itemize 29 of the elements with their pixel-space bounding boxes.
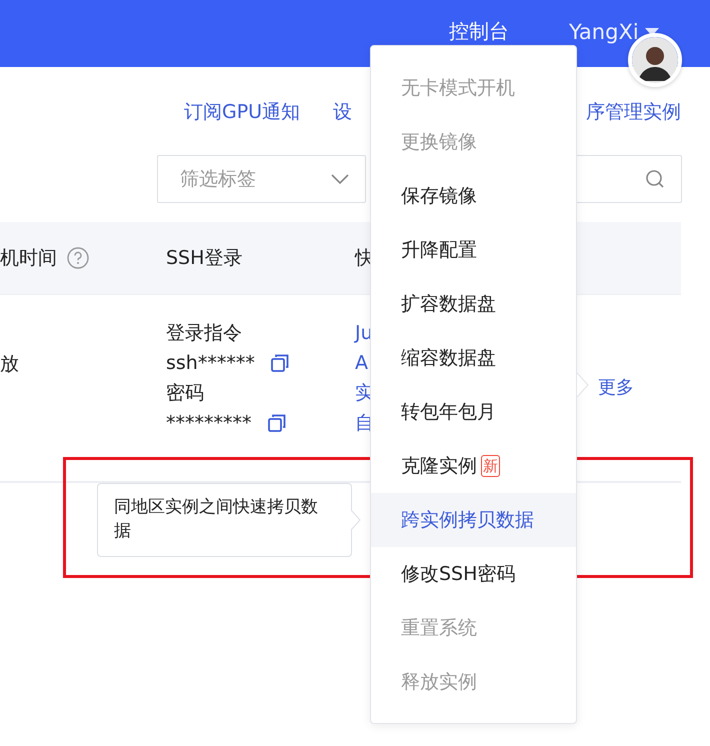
table-cell: 放: [0, 353, 19, 375]
menu-item[interactable]: 保存镜像: [371, 169, 576, 223]
console-link[interactable]: 控制台: [449, 18, 509, 45]
copy-icon[interactable]: [270, 354, 289, 372]
menu-item[interactable]: 跨实例拷贝数据: [371, 493, 576, 547]
search-icon: [645, 169, 665, 189]
menu-item[interactable]: 扩容数据盘: [371, 277, 576, 331]
menu-item[interactable]: 克隆实例 新: [371, 439, 576, 493]
chevron-down-icon: [331, 174, 349, 184]
menu-item[interactable]: 升降配置: [371, 223, 576, 277]
password: *********: [166, 411, 252, 435]
column-header: SSH登录: [166, 246, 242, 271]
menu-item[interactable]: 缩容数据盘: [371, 331, 576, 385]
user-menu[interactable]: YangXi: [569, 20, 639, 44]
copy-icon[interactable]: [268, 414, 286, 432]
password-label: 密码: [166, 381, 205, 405]
more-link[interactable]: 更多: [598, 377, 634, 398]
new-badge: 新: [481, 455, 500, 477]
quick-link[interactable]: A: [355, 351, 368, 375]
help-icon[interactable]: [67, 247, 89, 269]
tooltip-text: 同地区实例之间快速拷贝数据: [114, 496, 319, 543]
ssh-command-label: 登录指令: [166, 321, 243, 345]
menu-item[interactable]: 修改SSH密码: [371, 547, 576, 601]
menu-item[interactable]: 转包年包月: [371, 385, 576, 439]
link[interactable]: 订阅GPU通知: [184, 99, 300, 125]
column-header: 机时间: [0, 246, 57, 271]
link[interactable]: 设: [333, 99, 352, 125]
link[interactable]: 序管理实例: [586, 99, 681, 125]
ssh-command: ssh******: [166, 351, 255, 375]
